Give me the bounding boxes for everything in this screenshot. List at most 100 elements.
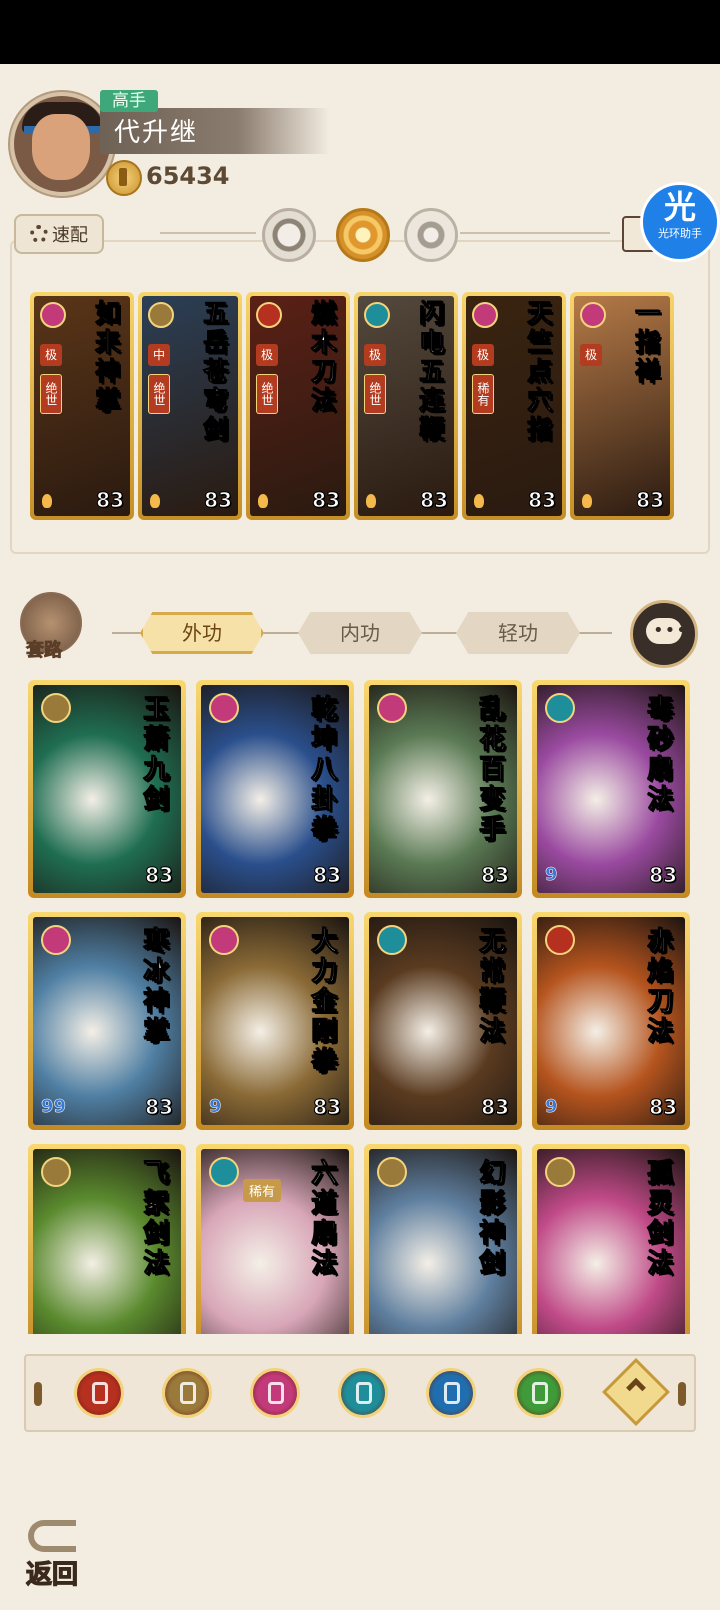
divider-line <box>460 232 610 234</box>
sun-slot-icon[interactable] <box>336 208 390 262</box>
skill-set-label: 套路 <box>26 640 63 662</box>
gear-icon <box>30 225 48 243</box>
back-arrow-icon <box>28 1520 76 1552</box>
rank-badge: 极 <box>364 344 386 366</box>
skill-title: 闪电五连鞭 <box>416 300 446 446</box>
skill-level: 83 <box>636 488 665 513</box>
filter-bar-pin <box>34 1382 42 1406</box>
water-drop-icon: 9 <box>545 864 558 886</box>
divider-line <box>160 232 256 234</box>
avatar[interactable] <box>10 92 114 196</box>
water-drop-icon: 9 <box>545 1096 558 1118</box>
skill-title: 毒砂扇法 <box>643 695 674 816</box>
skill-title: 赤焰刀法 <box>643 927 674 1048</box>
skill-level: 83 <box>145 863 174 888</box>
skill-type-icon <box>41 693 71 723</box>
skill-title: 乱花百变手 <box>475 695 506 846</box>
skill-type-icon <box>377 1157 407 1187</box>
skill-type-icon <box>41 1157 71 1187</box>
skill-card[interactable]: 毒砂扇法 9 83 <box>532 680 690 898</box>
coin-icon <box>106 160 142 196</box>
status-bar <box>0 0 720 64</box>
skill-level: 83 <box>312 488 341 513</box>
skill-type-icon <box>256 302 282 328</box>
whip-filter-icon[interactable] <box>514 1368 564 1418</box>
skill-card[interactable]: 飞絮剑法 <box>28 1144 186 1334</box>
chat-button[interactable]: ••• <box>630 600 698 668</box>
blade-filter-icon[interactable] <box>74 1368 124 1418</box>
skill-card[interactable]: 玉萧九剑 83 <box>28 680 186 898</box>
skill-title: 幻影神剑 <box>475 1159 506 1280</box>
skill-card[interactable]: 乾坤八卦拳 83 <box>196 680 354 898</box>
skill-title: 玉萧九剑 <box>139 695 170 816</box>
skill-level: 83 <box>528 488 557 513</box>
skill-card[interactable]: 幻影神剑 <box>364 1144 522 1334</box>
equipped-skill-card[interactable]: 中绝世 五岳苍穹剑 83 <box>138 292 242 520</box>
sword-filter-icon[interactable] <box>162 1368 212 1418</box>
equipped-skill-card[interactable]: 极绝世 闪电五连鞭 83 <box>354 292 458 520</box>
back-button[interactable]: 返回 <box>20 1512 102 1592</box>
skill-type-icon <box>41 925 71 955</box>
rank-badge: 绝世 <box>40 374 62 414</box>
rank-badge: 极 <box>472 344 494 366</box>
rank-badge: 绝世 <box>256 374 278 414</box>
skill-level: 83 <box>481 1095 510 1120</box>
skill-title: 五岳苍穹剑 <box>200 300 230 446</box>
quick-config-button[interactable]: 速配 <box>14 214 104 254</box>
rank-badge: 绝世 <box>148 374 170 414</box>
back-label: 返回 <box>25 1559 79 1590</box>
helper-assistant-button[interactable]: 光 光环助手 <box>640 182 720 262</box>
rank-badge: 极 <box>580 344 602 366</box>
fist-filter-icon[interactable] <box>250 1368 300 1418</box>
moon-slot-icon[interactable] <box>262 208 316 262</box>
tab-internal[interactable]: 内功 <box>298 612 422 654</box>
coin-count: 65434 <box>146 162 230 190</box>
skill-title: 天竺点穴指 <box>524 300 554 446</box>
player-rank-badge: 高手 <box>100 90 158 112</box>
skill-type-icon <box>364 302 390 328</box>
skill-title: 大力金刚拳 <box>307 927 338 1078</box>
quick-config-label: 速配 <box>52 225 88 246</box>
rank-badge: 稀有 <box>472 374 494 414</box>
tab-external[interactable]: 外功 <box>140 612 264 654</box>
flame-icon <box>258 494 268 508</box>
skill-level: 83 <box>313 1095 342 1120</box>
skill-level: 83 <box>649 863 678 888</box>
flame-icon <box>150 494 160 508</box>
skill-type-icon <box>209 693 239 723</box>
flame-icon <box>474 494 484 508</box>
equipped-skill-card[interactable]: 极绝世 如来神掌 83 <box>30 292 134 520</box>
water-drop-icon: 99 <box>41 1096 67 1118</box>
skill-title: 一指禅 <box>632 300 662 388</box>
skill-card[interactable]: 乱花百变手 83 <box>364 680 522 898</box>
skill-title: 无常鞭法 <box>475 927 506 1048</box>
skill-title: 孤灵剑法 <box>643 1159 674 1280</box>
equipped-skill-card[interactable]: 极 一指禅 83 <box>570 292 674 520</box>
skill-level: 83 <box>204 488 233 513</box>
rank-badge: 极 <box>256 344 278 366</box>
skill-card[interactable]: 无常鞭法 83 <box>364 912 522 1130</box>
skill-level: 83 <box>313 863 342 888</box>
fan-filter-icon[interactable] <box>338 1368 388 1418</box>
skill-card[interactable]: 大力金刚拳 9 83 <box>196 912 354 1130</box>
equipped-skill-card[interactable]: 极绝世 燃木刀法 83 <box>246 292 350 520</box>
taiji-filter-icon[interactable] <box>426 1368 476 1418</box>
filter-bar-pin <box>678 1382 686 1406</box>
ring-slot-icon[interactable] <box>404 208 458 262</box>
skill-type-icon <box>40 302 66 328</box>
skill-card[interactable]: 稀有 六道扇法 <box>196 1144 354 1334</box>
flame-icon <box>366 494 376 508</box>
skill-level: 83 <box>96 488 125 513</box>
tab-lightness[interactable]: 轻功 <box>456 612 580 654</box>
skill-level: 83 <box>481 863 510 888</box>
skill-card[interactable]: 赤焰刀法 9 83 <box>532 912 690 1130</box>
skill-title: 寒冰神掌 <box>139 927 170 1048</box>
skill-card[interactable]: 寒冰神掌 99 83 <box>28 912 186 1130</box>
helper-icon: 光 <box>663 188 696 226</box>
skill-level: 83 <box>420 488 449 513</box>
skill-type-icon <box>545 693 575 723</box>
equipped-skill-card[interactable]: 极稀有 天竺点穴指 83 <box>462 292 566 520</box>
skill-type-icon <box>148 302 174 328</box>
skill-card[interactable]: 孤灵剑法 <box>532 1144 690 1334</box>
skill-title: 燃木刀法 <box>308 300 338 417</box>
